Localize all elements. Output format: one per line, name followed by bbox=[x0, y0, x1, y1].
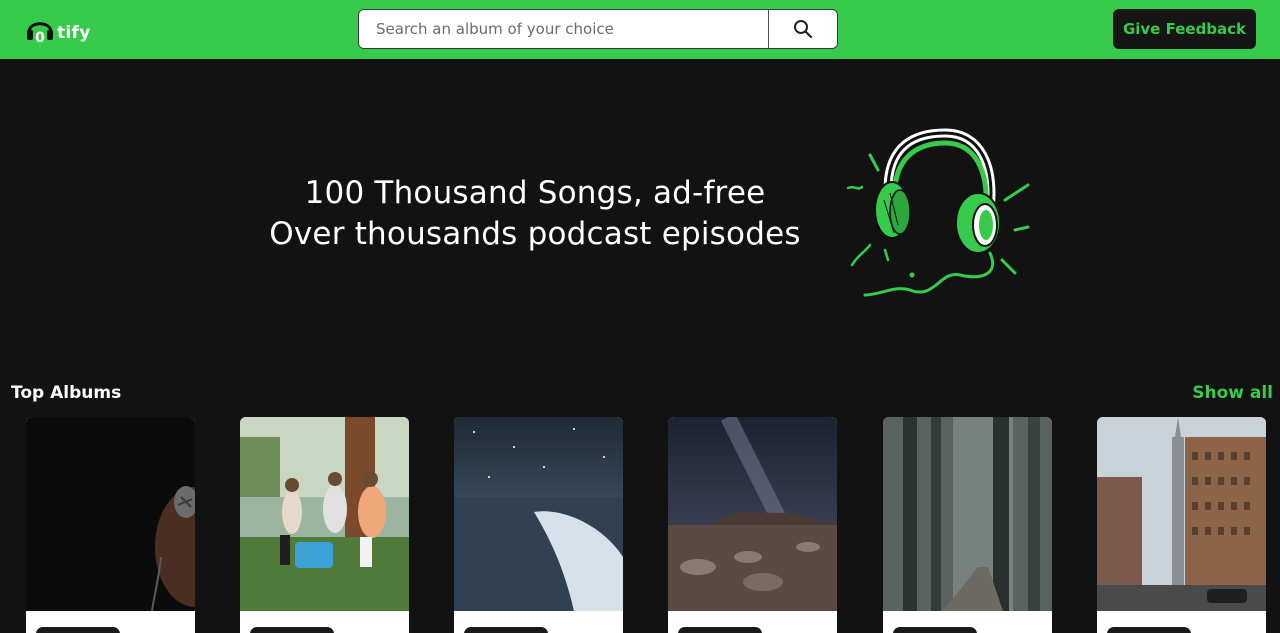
album-card[interactable] bbox=[240, 417, 409, 633]
album-label-pill bbox=[36, 627, 120, 633]
search-icon bbox=[794, 20, 813, 39]
headphones-logo-icon: 0 bbox=[27, 22, 53, 45]
album-cover-image bbox=[240, 417, 409, 611]
section-title: Top Albums bbox=[11, 383, 122, 403]
album-card-footer bbox=[668, 611, 837, 633]
album-card[interactable] bbox=[26, 417, 195, 633]
album-card[interactable] bbox=[454, 417, 623, 633]
svg-text:0: 0 bbox=[35, 30, 45, 45]
top-navbar: 0 tify Give Feedback bbox=[0, 0, 1280, 59]
give-feedback-button[interactable]: Give Feedback bbox=[1113, 9, 1256, 49]
album-card-footer bbox=[454, 611, 623, 633]
album-card-footer bbox=[883, 611, 1052, 633]
hero-line-2: Over thousands podcast episodes bbox=[269, 216, 801, 252]
show-all-link[interactable]: Show all bbox=[1192, 383, 1273, 403]
album-cover-image bbox=[26, 417, 195, 611]
album-label-pill bbox=[464, 627, 548, 633]
search-input[interactable] bbox=[359, 10, 768, 48]
hero-headline: 100 Thousand Songs, ad-free Over thousan… bbox=[240, 173, 830, 255]
search-bar bbox=[358, 9, 838, 49]
album-label-pill bbox=[250, 627, 334, 633]
album-card-footer bbox=[26, 611, 195, 633]
album-card-footer bbox=[1097, 611, 1266, 633]
album-cover-image bbox=[1097, 417, 1266, 611]
headphones-illustration-icon bbox=[846, 128, 1030, 297]
album-cover-image bbox=[454, 417, 623, 611]
album-card[interactable] bbox=[668, 417, 837, 633]
album-label-pill bbox=[678, 627, 762, 633]
logo-text: tify bbox=[57, 23, 91, 43]
album-card[interactable] bbox=[883, 417, 1052, 633]
app-logo[interactable]: 0 tify bbox=[26, 13, 91, 45]
search-button[interactable] bbox=[768, 10, 837, 48]
album-card[interactable] bbox=[1097, 417, 1266, 633]
album-cover-image bbox=[883, 417, 1052, 611]
hero-line-1: 100 Thousand Songs, ad-free bbox=[304, 175, 766, 211]
album-cover-image bbox=[668, 417, 837, 611]
album-label-pill bbox=[1107, 627, 1191, 633]
album-card-footer bbox=[240, 611, 409, 633]
album-label-pill bbox=[893, 627, 977, 633]
